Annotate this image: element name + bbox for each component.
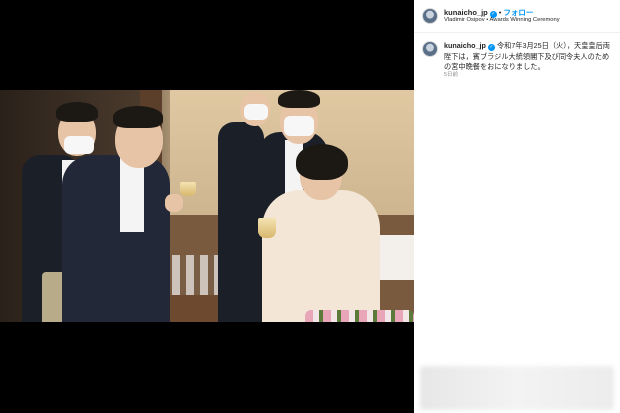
profile-avatar[interactable] xyxy=(422,8,438,24)
post-header: kunaicho_jp ✓ • フォロー Vladimir Osipov • Awar… xyxy=(414,0,620,33)
caption-avatar[interactable] xyxy=(422,41,438,57)
glass xyxy=(258,218,276,238)
follow-button[interactable]: フォロー xyxy=(503,8,533,17)
verified-badge-icon: ✓ xyxy=(487,44,495,51)
post-age[interactable]: 5日前 xyxy=(444,70,458,78)
separator-dot: • xyxy=(498,8,502,17)
post-media[interactable] xyxy=(0,0,414,413)
post-photo xyxy=(0,90,414,322)
glass xyxy=(180,182,196,196)
username-link[interactable]: kunaicho_jp xyxy=(444,8,488,17)
post-sidebar: kunaicho_jp ✓ • フォロー Vladimir Osipov • Awar… xyxy=(414,0,620,413)
post-subline[interactable]: Vladimir Osipov • Awards Winning Ceremon… xyxy=(444,17,560,23)
blurred-action-bar xyxy=(420,366,614,410)
post-caption: kunaicho_jp ✓ 令和7年3月25日（火），天皇皇后両陛下は，賓ブラジル… xyxy=(444,41,616,73)
caption-username[interactable]: kunaicho_jp xyxy=(444,41,486,50)
